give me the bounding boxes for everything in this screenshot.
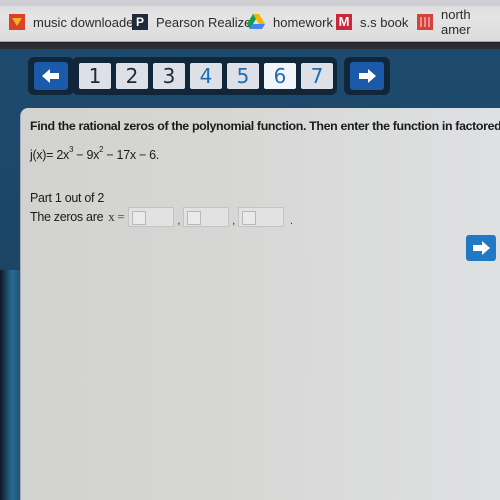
page-button-1[interactable]: 1 <box>79 63 111 89</box>
bookmark-label: music downloader <box>33 14 138 30</box>
page-button-2[interactable]: 2 <box>116 63 148 89</box>
next-question-frame <box>344 57 390 95</box>
page-button-4[interactable]: 4 <box>190 63 222 89</box>
question-prompt: Find the rational zeros of the polynomia… <box>30 119 500 133</box>
bookmark-pearson-realize[interactable]: P Pearson Realize <box>132 12 251 32</box>
zero-answer-input-3[interactable] <box>237 207 284 227</box>
page-button-7[interactable]: 7 <box>301 63 333 89</box>
question-panel: Find the rational zeros of the polynomia… <box>20 108 500 500</box>
zeros-label: The zeros are <box>30 210 104 224</box>
zero-answer-input-2[interactable] <box>183 207 230 227</box>
bookmark-ss-book[interactable]: M s.s book <box>336 12 408 32</box>
part-indicator: Part 1 out of 2 <box>30 191 105 205</box>
zeros-answer-row: The zeros are x = , , . <box>30 207 296 227</box>
bookmark-music-downloader[interactable]: music downloader <box>9 12 138 32</box>
bookmarks-bar: music downloader P Pearson Realize homew… <box>0 0 500 42</box>
question-page-selector: 1 2 3 4 5 6 7 <box>72 57 337 95</box>
page-button-3[interactable]: 3 <box>153 63 185 89</box>
browser-chrome-strip <box>0 0 500 6</box>
page-button-6[interactable]: 6 <box>264 63 296 89</box>
zero-answer-input-1[interactable] <box>128 207 175 227</box>
function-lhs: j(x)= <box>30 148 57 163</box>
arrow-right-icon <box>359 69 376 83</box>
bookmark-north-america[interactable]: north amer <box>417 7 500 37</box>
x-equals-label: x = <box>108 209 125 224</box>
function-exponent2: 2 <box>99 145 104 154</box>
prev-question-frame <box>28 57 74 95</box>
google-drive-icon <box>247 14 265 30</box>
next-part-button[interactable] <box>466 235 496 261</box>
pearson-icon: P <box>132 14 148 30</box>
function-rest: − 17x − 6. <box>103 148 159 163</box>
prev-question-button[interactable] <box>34 62 68 90</box>
separator: , <box>232 215 235 227</box>
bookmark-label: north amer <box>441 7 471 37</box>
bookmark-label: Pearson Realize <box>156 14 252 30</box>
function-term2: − 9x <box>73 148 100 163</box>
arrow-left-icon <box>42 69 59 83</box>
mcgraw-hill-icon: M <box>336 14 352 30</box>
terminator: . <box>289 215 293 227</box>
music-downloader-icon <box>9 14 25 30</box>
arrow-right-icon <box>473 241 490 255</box>
function-term1: 2x <box>56 148 69 163</box>
bookmark-homework[interactable]: homework <box>247 12 333 32</box>
page-button-5[interactable]: 5 <box>227 63 259 89</box>
next-question-button[interactable] <box>350 62 384 90</box>
bookmark-label: homework <box>273 14 333 30</box>
north-america-icon <box>417 14 433 30</box>
bookmark-label: s.s book <box>360 14 409 30</box>
separator: , <box>177 215 181 227</box>
function-exponent1: 3 <box>68 145 74 154</box>
page-edge <box>0 270 20 500</box>
polynomial-function: j(x)= 2x3 − 9x2 − 17x − 6. <box>30 145 159 163</box>
